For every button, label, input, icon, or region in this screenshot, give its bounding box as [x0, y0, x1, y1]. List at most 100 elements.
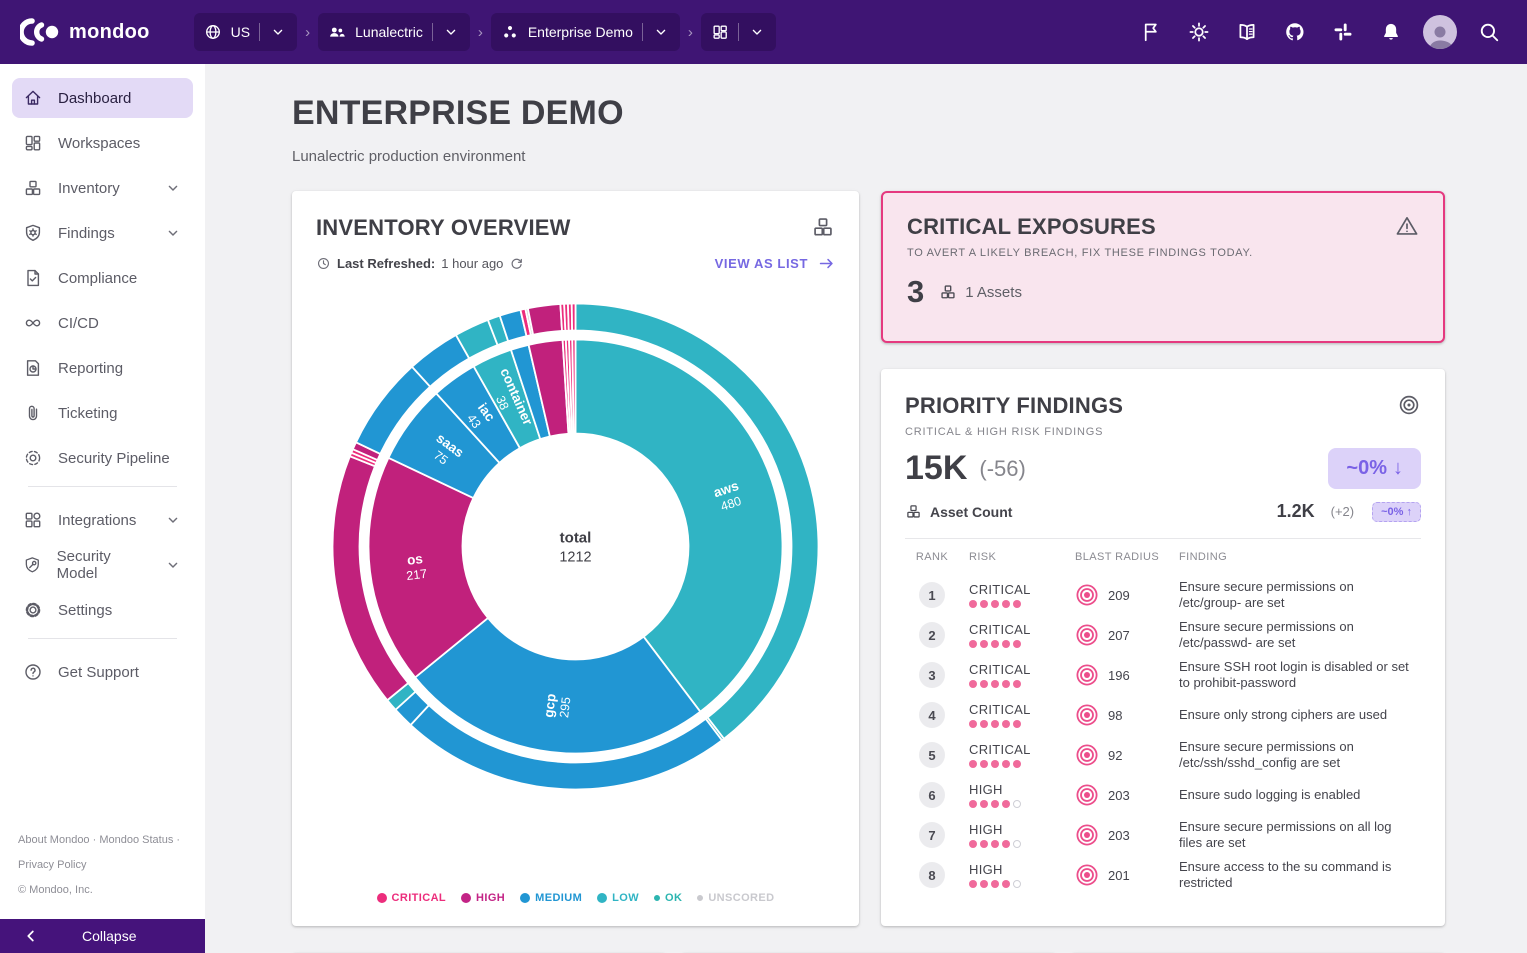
footer-links-about-status[interactable]: About Mondoo · Mondoo Status · — [18, 834, 187, 846]
finding-row[interactable]: 4CRITICAL98Ensure only strong ciphers ar… — [905, 695, 1421, 735]
flag-button[interactable] — [1131, 12, 1171, 52]
asset-count-label: Asset Count — [930, 504, 1012, 520]
notifications-button[interactable] — [1371, 12, 1411, 52]
findings-delta: (-56) — [979, 456, 1025, 482]
sidebar-item-get-support[interactable]: Get Support — [12, 652, 193, 692]
sidebar-item-inventory[interactable]: Inventory — [12, 168, 193, 208]
sidebar-item-security-pipeline[interactable]: Security Pipeline — [12, 438, 193, 478]
mondoo-logo[interactable]: mondoo — [20, 18, 150, 46]
risk-dot — [980, 880, 988, 888]
rank-badge: 3 — [919, 662, 945, 688]
legend-unscored[interactable]: UNSCORED — [697, 892, 774, 904]
sunburst-outer-segment[interactable] — [572, 304, 576, 331]
finding-row[interactable]: 2CRITICAL207Ensure secure permissions on… — [905, 615, 1421, 655]
sidebar-item-reporting[interactable]: Reporting — [12, 348, 193, 388]
critical-exposures-card[interactable]: CRITICAL EXPOSURES TO AVERT A LIKELY BRE… — [881, 191, 1445, 343]
risk-label: CRITICAL — [969, 662, 1065, 677]
finding-row[interactable]: 7HIGH203Ensure secure permissions on all… — [905, 815, 1421, 855]
risk-dot — [991, 880, 999, 888]
legend-high[interactable]: HIGH — [461, 892, 505, 904]
divider — [28, 486, 177, 487]
rank-badge: 5 — [919, 742, 945, 768]
risk-dot — [1002, 680, 1010, 688]
risk-dot — [1002, 760, 1010, 768]
blast-icon — [1075, 863, 1099, 887]
breadcrumb-separator: › — [304, 24, 311, 41]
sidebar-item-security-model[interactable]: Security Model — [12, 545, 193, 585]
footer-link-privacy-policy[interactable]: Privacy Policy — [18, 859, 187, 871]
sidebar-item-ci-cd[interactable]: CI/CD — [12, 303, 193, 343]
breadcrumb-lunalectric[interactable]: Lunalectric — [318, 13, 470, 51]
theme-sun-button[interactable] — [1179, 12, 1219, 52]
assets-icon — [811, 215, 835, 239]
legend-medium[interactable]: MEDIUM — [520, 892, 582, 904]
theme-sun-icon — [1188, 21, 1210, 43]
inventory-sunburst-chart[interactable]: aws480gcp295os217saas75iac43container38t… — [316, 294, 835, 799]
finding-row[interactable]: 1CRITICAL209Ensure secure permissions on… — [905, 575, 1421, 615]
search-button[interactable] — [1469, 12, 1509, 52]
rank-badge: 8 — [919, 862, 945, 888]
legend-dot — [597, 893, 607, 903]
github-button[interactable] — [1275, 12, 1315, 52]
collapse-button[interactable]: Collapse — [0, 919, 205, 953]
legend-critical[interactable]: CRITICAL — [377, 892, 447, 904]
chevron-down-icon — [748, 23, 766, 41]
blast-radius-value: 207 — [1108, 628, 1130, 643]
breadcrumb-label: US — [231, 24, 250, 40]
legend-dot — [377, 893, 387, 903]
cluster-icon — [501, 23, 519, 41]
user-avatar[interactable] — [1423, 15, 1457, 49]
refresh-icon[interactable] — [509, 256, 524, 271]
breadcrumb-us[interactable]: US — [194, 13, 297, 51]
sidebar-item-dashboard[interactable]: Dashboard — [12, 78, 193, 118]
globe-icon — [204, 23, 222, 41]
legend-low[interactable]: LOW — [597, 892, 639, 904]
divider — [259, 23, 260, 41]
sidebar-footer: About Mondoo · Mondoo Status · Privacy P… — [0, 834, 205, 919]
risk-dot — [1013, 880, 1021, 888]
finding-text: Ensure only strong ciphers are used — [1179, 707, 1421, 723]
risk-dot — [969, 680, 977, 688]
last-refreshed-label: Last Refreshed: — [337, 256, 435, 271]
sidebar-item-integrations[interactable]: Integrations — [12, 500, 193, 540]
sunburst-outer-segment[interactable] — [528, 304, 562, 335]
view-as-list-link[interactable]: VIEW AS LIST — [715, 255, 835, 272]
finding-text: Ensure secure permissions on /etc/group-… — [1179, 579, 1421, 612]
risk-dot — [991, 720, 999, 728]
clock-icon — [316, 256, 331, 271]
breadcrumb-scope[interactable] — [701, 13, 776, 51]
warning-triangle-icon — [1395, 214, 1419, 238]
legend-ok[interactable]: OK — [654, 892, 682, 904]
sidebar-item-workspaces[interactable]: Workspaces — [12, 123, 193, 163]
arrow-down-icon: ↓ — [1393, 457, 1403, 480]
integrations-icon — [23, 510, 43, 530]
sunburst-segment-small[interactable] — [572, 340, 575, 434]
finding-row[interactable]: 5CRITICAL92Ensure secure permissions on … — [905, 735, 1421, 775]
sidebar-item-label: Workspaces — [58, 135, 140, 152]
sidebar-item-label: Dashboard — [58, 90, 131, 107]
legend-dot — [697, 895, 703, 901]
finding-row[interactable]: 8HIGH201Ensure access to the su command … — [905, 855, 1421, 895]
divider — [738, 23, 739, 41]
finding-text: Ensure secure permissions on all log fil… — [1179, 819, 1421, 852]
workspaces-icon — [23, 133, 43, 153]
finding-row[interactable]: 6HIGH203Ensure sudo logging is enabled — [905, 775, 1421, 815]
chart-center-value: 1212 — [559, 550, 591, 566]
sidebar-item-ticketing[interactable]: Ticketing — [12, 393, 193, 433]
breadcrumb-enterprise-demo[interactable]: Enterprise Demo — [491, 13, 680, 51]
legend-dot — [461, 893, 471, 903]
risk-dot — [1002, 840, 1010, 848]
docs-book-button[interactable] — [1227, 12, 1267, 52]
risk-dot — [991, 640, 999, 648]
sidebar-item-settings[interactable]: Settings — [12, 590, 193, 630]
breadcrumb-separator: › — [477, 24, 484, 41]
slack-button[interactable] — [1323, 12, 1363, 52]
finding-text: Ensure secure permissions on /etc/ssh/ss… — [1179, 739, 1421, 772]
chevron-left-icon — [22, 927, 40, 945]
risk-label: CRITICAL — [969, 582, 1065, 597]
home-icon — [23, 88, 43, 108]
sidebar-item-compliance[interactable]: Compliance — [12, 258, 193, 298]
sidebar-item-findings[interactable]: Findings — [12, 213, 193, 253]
risk-dot — [969, 880, 977, 888]
finding-row[interactable]: 3CRITICAL196Ensure SSH root login is dis… — [905, 655, 1421, 695]
